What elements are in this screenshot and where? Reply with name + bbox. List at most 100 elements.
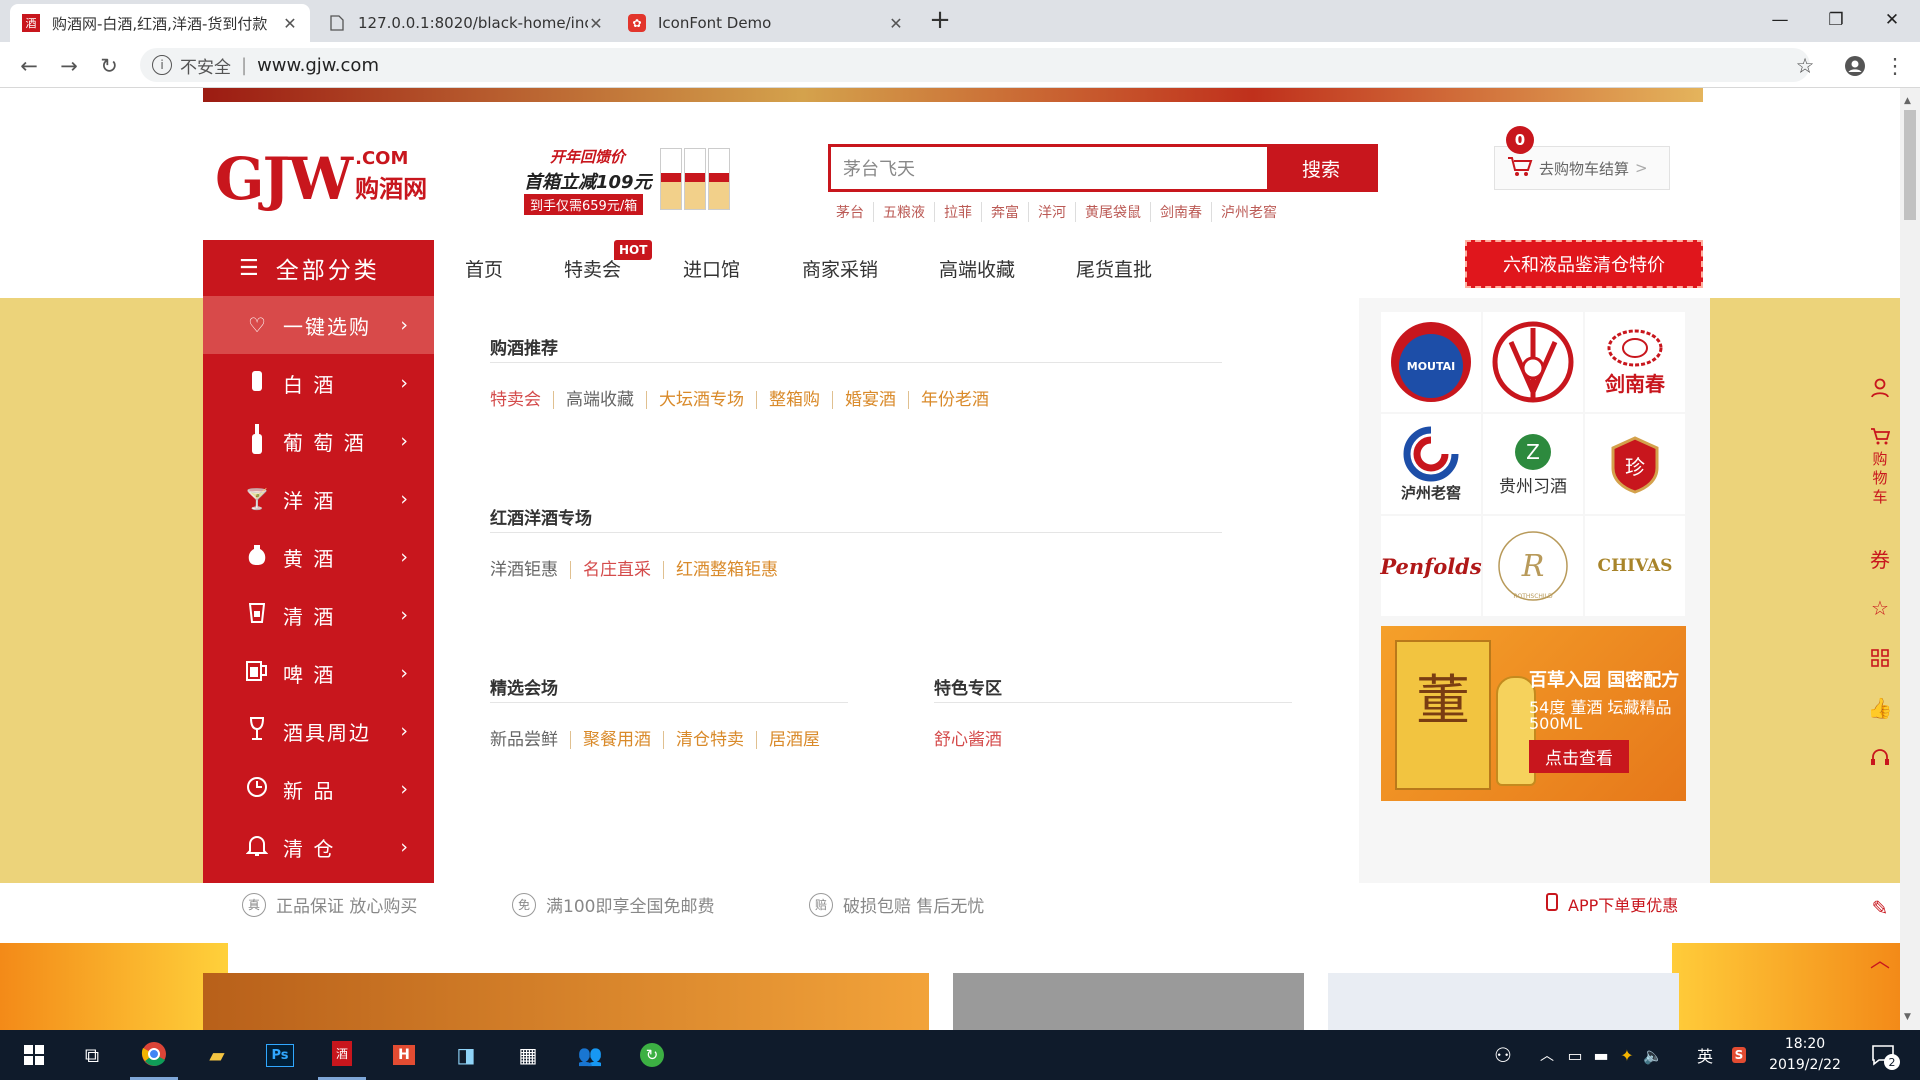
brand-jiannanchun-logo[interactable]: 剑南春	[1585, 312, 1685, 412]
scroll-up-arrow-icon[interactable]: ▲	[1904, 96, 1911, 106]
link[interactable]: 居酒屋	[757, 731, 832, 749]
all-categories-button[interactable]: ☰ 全部分类	[203, 240, 434, 296]
battery-icon[interactable]: ▬	[1588, 1030, 1614, 1080]
brand-xijiu-logo[interactable]: Z 贵州习酒	[1483, 414, 1583, 514]
close-icon[interactable]: ✕	[888, 14, 904, 33]
brand-moutai-logo[interactable]: MOUTAI	[1381, 312, 1481, 412]
network-icon[interactable]: ▭	[1562, 1030, 1588, 1080]
sidebar-item-wine[interactable]: 葡 萄 酒 ›	[203, 412, 434, 470]
notification-center-icon[interactable]: 2	[1858, 1030, 1908, 1080]
user-account-icon[interactable]: ⚇	[1486, 1030, 1520, 1080]
restore-icon[interactable]: ❐	[1808, 0, 1864, 40]
back-to-top-chevron-icon[interactable]: ︿	[1860, 938, 1900, 978]
back-arrow-icon[interactable]: ←	[12, 49, 46, 83]
nav-item-clearance[interactable]: 尾货直批	[1076, 240, 1152, 296]
nav-item-flash-sale[interactable]: 特卖会	[564, 240, 621, 296]
scrollbar-thumb[interactable]	[1904, 110, 1916, 220]
top-banner-ad[interactable]	[203, 88, 1703, 102]
link[interactable]: 整箱购	[757, 391, 833, 409]
sidebar-item-new[interactable]: 新 品 ›	[203, 760, 434, 818]
forward-arrow-icon[interactable]: →	[52, 49, 86, 83]
hbuilder-icon[interactable]: H	[380, 1030, 428, 1080]
user-icon[interactable]	[1860, 368, 1900, 408]
brand-chivas-logo[interactable]: CHIVAS	[1585, 516, 1685, 616]
sidebar-item-baijiu[interactable]: 白 酒 ›	[203, 354, 434, 412]
link[interactable]: 舒心酱酒	[934, 731, 1014, 749]
link[interactable]: 名庄直采	[571, 561, 664, 579]
calculator-icon[interactable]: ▦	[504, 1030, 552, 1080]
nav-item-home[interactable]: 首页	[465, 240, 503, 296]
new-tab-plus-icon[interactable]: +	[925, 6, 955, 36]
photoshop-icon[interactable]: Ps	[256, 1030, 304, 1080]
scroll-down-arrow-icon[interactable]: ▼	[1904, 1012, 1911, 1022]
hot-word[interactable]: 茅台	[836, 202, 874, 222]
promo-product-image[interactable]	[203, 973, 929, 1030]
tray-chevron-icon[interactable]: ︿	[1534, 1030, 1560, 1080]
scrollbar[interactable]: ▲ ▼	[1900, 88, 1920, 1030]
profile-icon[interactable]	[1838, 49, 1872, 83]
link[interactable]: 大坛酒专场	[647, 391, 757, 409]
volume-icon[interactable]: 🔈	[1640, 1030, 1666, 1080]
thumbs-up-icon[interactable]: 👍	[1860, 688, 1900, 728]
toolbar-cart-button[interactable]: 购物车	[1860, 424, 1900, 508]
sogou-ime-icon[interactable]: S	[1726, 1030, 1752, 1080]
sidebar-item-spirits[interactable]: 🍸 洋 酒 ›	[203, 470, 434, 528]
favorite-star-icon[interactable]: ☆	[1860, 588, 1900, 628]
promo-banner[interactable]: 开年回馈价 首箱立减109元 到手仅需659元/箱	[510, 138, 730, 218]
hot-word[interactable]: 奔富	[982, 202, 1029, 222]
file-explorer-icon[interactable]: ▰	[193, 1030, 241, 1080]
edit-feedback-icon[interactable]: ✎	[1860, 888, 1900, 928]
windows-start-icon[interactable]	[10, 1030, 58, 1080]
link[interactable]: 新品尝鲜	[490, 731, 571, 749]
url-omnibox[interactable]: i 不安全 | www.gjw.com	[140, 48, 1810, 82]
color-tray-icon[interactable]: ✦	[1614, 1030, 1640, 1080]
tab-localhost[interactable]: 127.0.0.1:8020/black-home/inc ✕	[316, 4, 616, 42]
grid-apps-icon[interactable]	[1860, 638, 1900, 678]
close-icon[interactable]: ✕	[588, 14, 604, 33]
tab-gjw[interactable]: 酒 购酒网-白酒,红酒,洋酒-货到付款 ✕	[10, 4, 310, 42]
link[interactable]: 特卖会	[490, 391, 554, 409]
sidebar-item-clearance[interactable]: 清 仓 ›	[203, 818, 434, 876]
gjw-app-icon[interactable]: 酒	[318, 1030, 366, 1080]
minimize-icon[interactable]: —	[1752, 0, 1808, 40]
coupon-icon[interactable]: 券	[1860, 538, 1900, 578]
sidebar-item-sake[interactable]: 清 酒 ›	[203, 586, 434, 644]
nav-item-collection[interactable]: 高端收藏	[939, 240, 1015, 296]
sidebar-item-quick-pick[interactable]: ♡ 一键选购 ›	[203, 296, 434, 354]
hot-word[interactable]: 五粮液	[874, 202, 935, 222]
link[interactable]: 清仓特卖	[664, 731, 757, 749]
close-icon[interactable]: ✕	[282, 14, 298, 33]
ime-indicator[interactable]: 英	[1692, 1030, 1718, 1080]
sidebar-item-beer[interactable]: 啤 酒 ›	[203, 644, 434, 702]
hot-word[interactable]: 洋河	[1029, 202, 1076, 222]
headset-service-icon[interactable]	[1860, 738, 1900, 778]
bookmark-star-icon[interactable]: ☆	[1788, 49, 1822, 83]
search-input[interactable]: 茅台飞天	[831, 147, 1267, 189]
link[interactable]: 红酒整箱钜惠	[664, 561, 790, 579]
taskbar-clock[interactable]: 18:20 2019/2/22	[1760, 1034, 1850, 1076]
hot-word[interactable]: 拉菲	[935, 202, 982, 222]
nav-item-merchant[interactable]: 商家采销	[802, 240, 878, 296]
dongjiu-ad-banner[interactable]: 董 百草入园 国密配方 54度 董酒 坛藏精品 500ML 点击查看	[1381, 626, 1686, 801]
people-app-icon[interactable]: 👥	[566, 1030, 614, 1080]
link[interactable]: 聚餐用酒	[571, 731, 664, 749]
info-icon[interactable]: i	[152, 55, 172, 75]
clearance-banner[interactable]: 六和液品鉴清仓特价	[1465, 240, 1703, 288]
refresh-app-icon[interactable]: ↻	[628, 1030, 676, 1080]
close-window-icon[interactable]: ✕	[1864, 0, 1920, 40]
brand-wuliangye-logo[interactable]	[1483, 312, 1583, 412]
hot-word[interactable]: 泸州老窖	[1212, 202, 1286, 222]
ad-cta-button[interactable]: 点击查看	[1529, 740, 1629, 773]
reload-icon[interactable]: ↻	[92, 49, 126, 83]
menu-kebab-icon[interactable]: ⋮	[1878, 49, 1912, 83]
chrome-icon[interactable]	[130, 1030, 178, 1080]
hot-word[interactable]: 剑南春	[1151, 202, 1212, 222]
promo-product-image[interactable]	[1328, 973, 1679, 1030]
link[interactable]: 婚宴酒	[833, 391, 909, 409]
link[interactable]: 洋酒钜惠	[490, 561, 571, 579]
tab-iconfont[interactable]: ✿ IconFont Demo ✕	[616, 4, 916, 42]
app-offer-link[interactable]: APP下单更优惠	[1546, 892, 1678, 916]
brand-rothschild-logo[interactable]: R ROTHSCHILD	[1483, 516, 1583, 616]
nav-item-imports[interactable]: 进口馆	[683, 240, 740, 296]
brand-zhenjiu-logo[interactable]: 珍	[1585, 414, 1685, 514]
